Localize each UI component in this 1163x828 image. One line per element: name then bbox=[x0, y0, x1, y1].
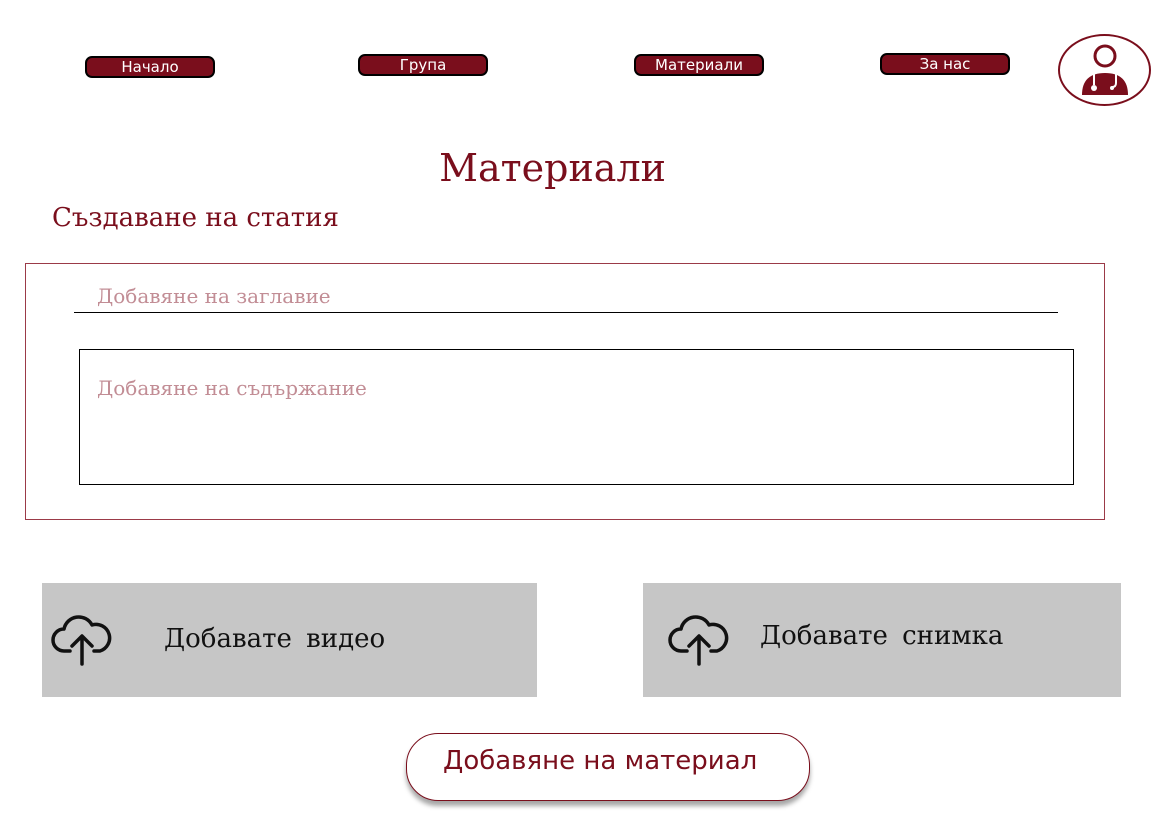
cloud-upload-icon bbox=[668, 615, 729, 666]
upload-video-label: Добавате видео bbox=[164, 624, 386, 654]
title-input[interactable] bbox=[74, 280, 1058, 313]
doctor-user-icon bbox=[1081, 44, 1128, 95]
upload-image-label: Добавате снимка bbox=[760, 621, 1004, 651]
nav-button-group[interactable]: Група bbox=[358, 54, 488, 76]
add-material-button[interactable]: Добавяне на материал bbox=[406, 733, 810, 801]
profile-button[interactable] bbox=[1058, 34, 1151, 106]
cloud-upload-icon bbox=[51, 615, 112, 666]
upload-video-button[interactable]: Добавате видео bbox=[42, 583, 537, 697]
content-input[interactable] bbox=[79, 349, 1074, 485]
nav-button-materials[interactable]: Материали bbox=[634, 54, 764, 76]
nav-button-about[interactable]: За нас bbox=[880, 53, 1010, 75]
page-title: Материали bbox=[439, 146, 666, 190]
upload-image-button[interactable]: Добавате снимка bbox=[643, 583, 1121, 697]
section-title: Създаване на статия bbox=[52, 203, 339, 233]
nav-button-home[interactable]: Начало bbox=[85, 56, 215, 78]
